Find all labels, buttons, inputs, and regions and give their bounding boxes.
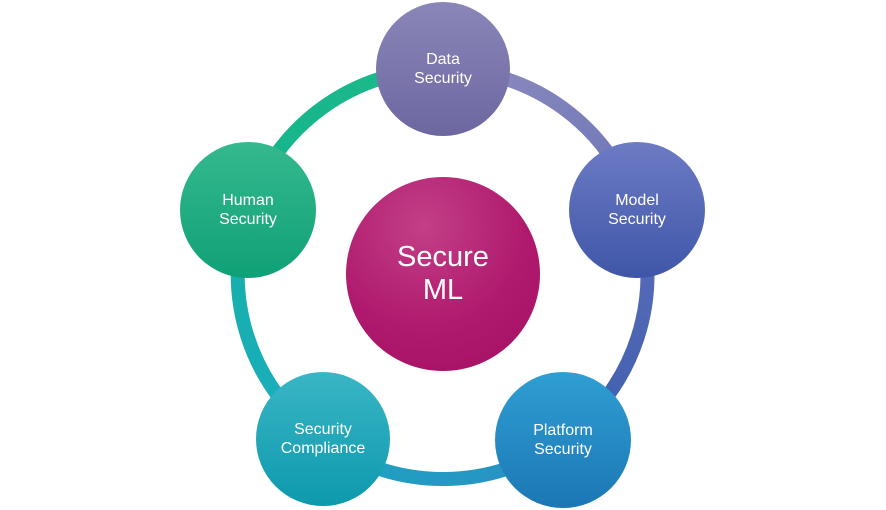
- node-label-line2: Security: [219, 211, 277, 228]
- node-label-line2: Compliance: [280, 440, 366, 457]
- node-label-line1: Model: [615, 192, 659, 209]
- center-label-line1: Secure: [397, 241, 489, 273]
- node-label-line2: Security: [608, 211, 666, 228]
- node-data-security: Data Security: [376, 2, 510, 136]
- node-security-compliance: Security Compliance: [256, 372, 390, 506]
- node-label-line1: Security: [294, 421, 352, 438]
- node-label-line1: Data: [426, 51, 460, 68]
- node-human-security: Human Security: [180, 142, 316, 278]
- node-label-line1: Platform: [533, 422, 593, 439]
- center-node-secure-ml: Secure ML: [346, 177, 540, 371]
- node-platform-security: Platform Security: [495, 372, 631, 508]
- center-label-line2: ML: [422, 274, 464, 306]
- node-model-security: Model Security: [569, 142, 705, 278]
- node-label-line2: Security: [414, 70, 472, 87]
- node-label-line1: Human: [222, 192, 274, 209]
- secure-ml-diagram: Secure ML Data Security Model Security P…: [0, 0, 886, 510]
- node-label-line2: Security: [534, 441, 592, 458]
